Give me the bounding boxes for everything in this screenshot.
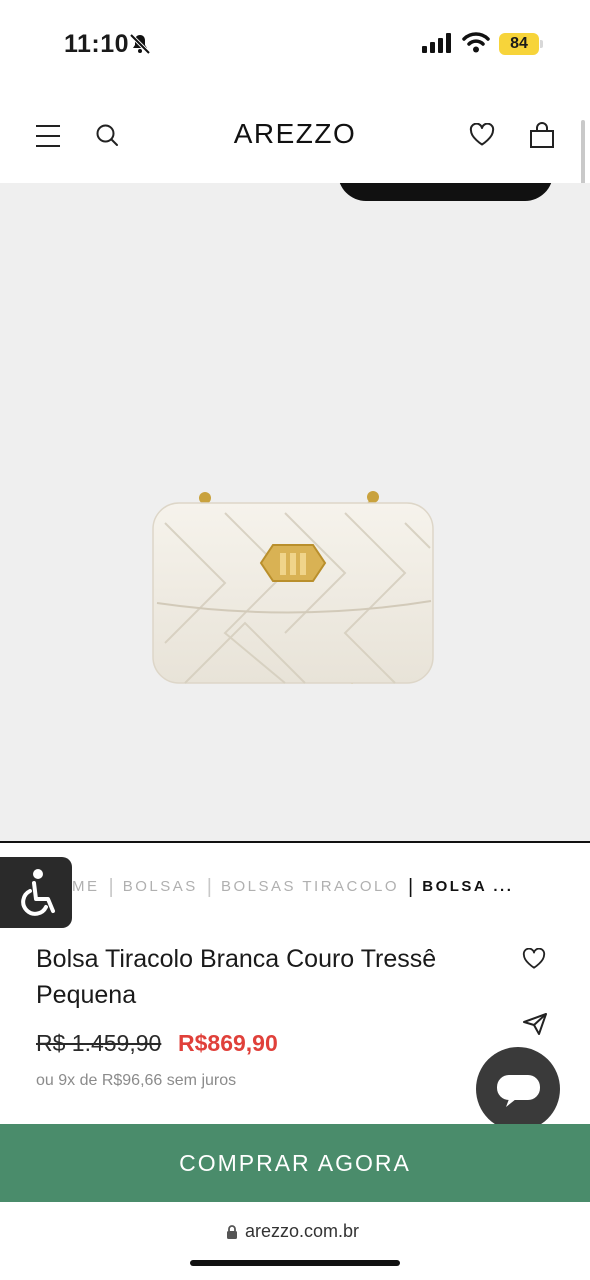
wishlist-heart-icon[interactable] (469, 122, 495, 152)
shopping-bag-icon[interactable] (528, 121, 556, 154)
breadcrumb-bolsas[interactable]: BOLSAS (123, 878, 198, 895)
buy-now-button[interactable]: COMPRAR AGORA (0, 1124, 590, 1202)
favorite-heart-icon[interactable] (522, 947, 546, 975)
brand-logo[interactable]: AREZZO (0, 118, 590, 150)
product-photo (145, 483, 445, 708)
lock-icon (226, 1224, 238, 1245)
chat-button[interactable] (476, 1047, 560, 1131)
wifi-icon (462, 31, 490, 58)
status-time: 11:10 (64, 30, 130, 58)
installments-text: ou 9x de R$96,66 sem juros (36, 1072, 237, 1089)
home-indicator[interactable] (190, 1260, 400, 1266)
breadcrumb-current: BOLSA ... (422, 878, 514, 895)
breadcrumb-home[interactable]: ME (72, 878, 100, 895)
battery-tip (540, 40, 543, 48)
silent-bell-icon (128, 32, 152, 56)
breadcrumb-bolsas-tiracolo[interactable]: BOLSAS TIRACOLO (221, 878, 399, 895)
image-divider (0, 841, 590, 843)
share-icon[interactable] (522, 1012, 548, 1041)
battery-level: 84 (499, 33, 539, 55)
sale-price: R$869,90 (178, 1030, 278, 1056)
original-price: R$ 1.459,90 (36, 1030, 162, 1056)
status-bar: 11:10 84 (0, 0, 590, 90)
wheelchair-icon (21, 869, 55, 916)
accessibility-button[interactable] (0, 857, 72, 928)
browser-url-bar[interactable]: arezzo.com.br (0, 1202, 590, 1280)
breadcrumb: ME | BOLSAS | BOLSAS TIRACOLO | BOLSA ... (72, 876, 514, 898)
site-header: AREZZO (0, 90, 590, 183)
product-title: Bolsa Tiracolo Branca Couro Tressê Peque… (36, 945, 437, 1009)
url-text: arezzo.com.br (245, 1221, 360, 1241)
cellular-signal-icon (422, 33, 452, 58)
product-image-area[interactable] (0, 183, 590, 841)
similar-products-button[interactable] (338, 183, 553, 201)
